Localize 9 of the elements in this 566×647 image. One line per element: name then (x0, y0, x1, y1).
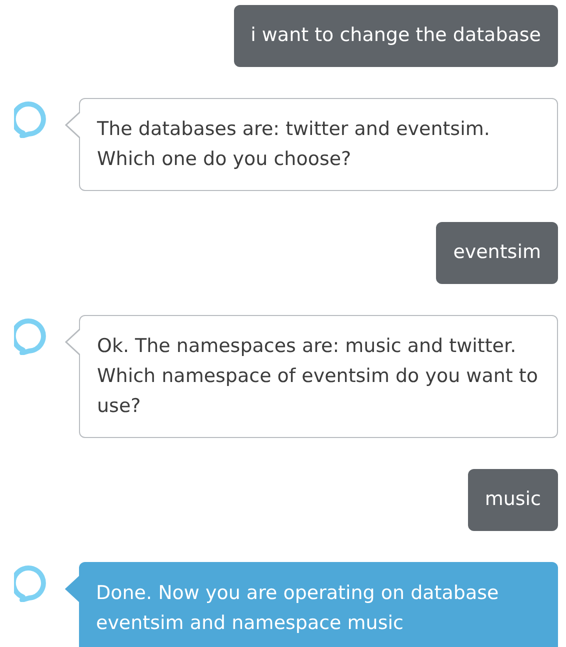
message-bubble: The databases are: twitter and eventsim. Which one do you choose? (79, 98, 558, 191)
message-bubble: Ok. The namespaces are: music and twitter. Which namespace of eventsim do you want to use? (79, 315, 558, 438)
message-bubble: eventsim (436, 222, 558, 284)
message-bubble: i want to change the database (234, 5, 558, 67)
message-bubble: Done. Now you are operating on database eventsim and namespace music (79, 562, 558, 647)
bubble-tail (64, 327, 80, 357)
message-bubble: music (468, 469, 558, 531)
bubble-tail (64, 574, 80, 604)
bubble-tail (64, 110, 80, 140)
